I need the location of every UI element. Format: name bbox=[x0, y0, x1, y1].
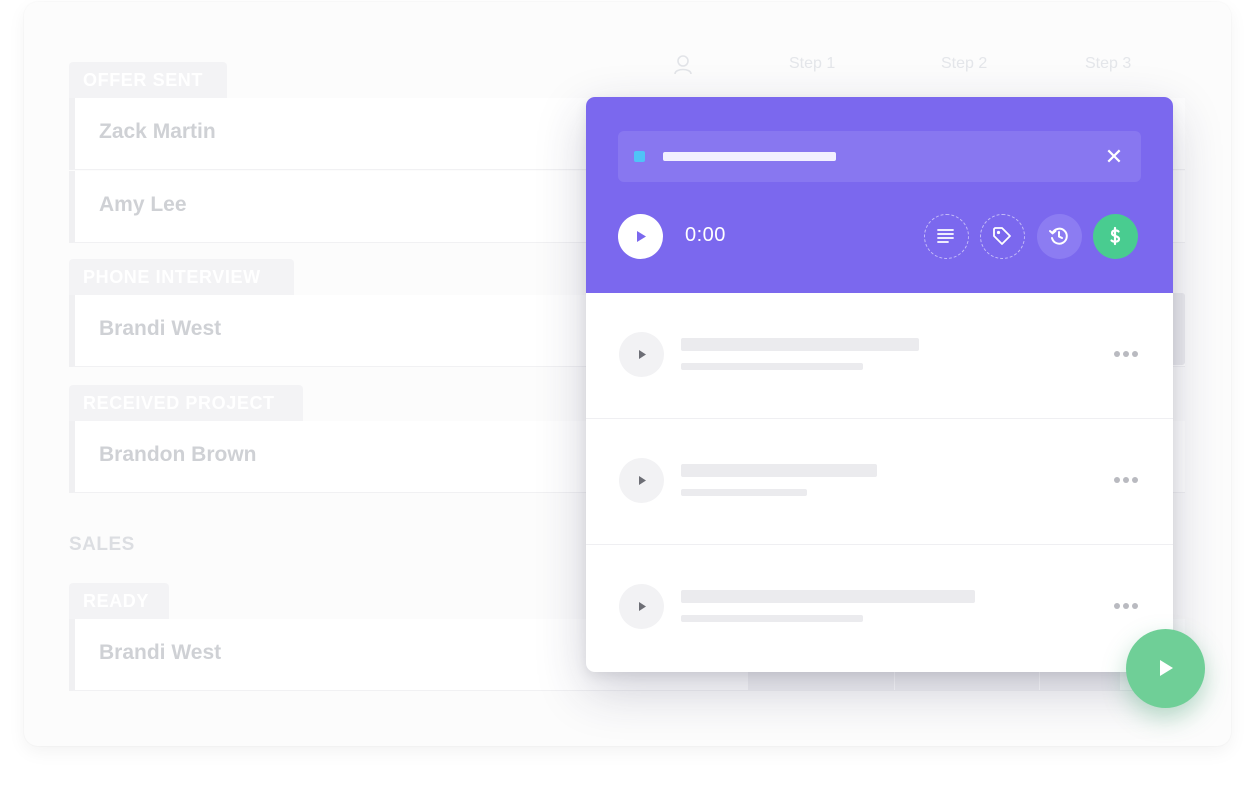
billable-toggle-button[interactable] bbox=[1093, 214, 1138, 259]
close-icon[interactable]: ✕ bbox=[1102, 145, 1126, 169]
time-entry[interactable] bbox=[586, 293, 1173, 419]
group-tag-received-project: RECEIVED PROJECT bbox=[69, 385, 303, 421]
start-timer-button[interactable] bbox=[618, 214, 663, 259]
assignee-column-icon bbox=[674, 55, 692, 75]
floating-play-button[interactable] bbox=[1126, 629, 1205, 708]
section-label-sales: SALES bbox=[69, 534, 135, 555]
task-name[interactable]: Brandi West bbox=[99, 317, 221, 341]
group-tag-offer-sent: OFFER SENT bbox=[69, 62, 227, 98]
play-icon bbox=[639, 350, 646, 359]
entry-title-placeholder bbox=[681, 464, 877, 477]
time-entry[interactable] bbox=[586, 545, 1173, 671]
more-options-icon[interactable] bbox=[1114, 347, 1142, 361]
entry-title-placeholder bbox=[681, 338, 919, 351]
time-tracker-header: ✕ 0:00 bbox=[586, 97, 1173, 293]
entry-play-button[interactable] bbox=[619, 458, 664, 503]
notes-icon bbox=[937, 229, 954, 243]
play-icon bbox=[637, 231, 646, 242]
status-cell bbox=[748, 670, 894, 690]
more-options-icon[interactable] bbox=[1114, 599, 1142, 613]
more-options-icon[interactable] bbox=[1114, 473, 1142, 487]
entry-play-button[interactable] bbox=[619, 332, 664, 377]
time-history-button[interactable] bbox=[1037, 214, 1082, 259]
add-notes-button[interactable] bbox=[924, 214, 969, 259]
group-tag-ready: READY bbox=[69, 583, 169, 619]
group-tag-phone-interview: PHONE INTERVIEW bbox=[69, 259, 294, 295]
task-select-field[interactable]: ✕ bbox=[618, 131, 1141, 182]
time-tracker-modal: ✕ 0:00 bbox=[586, 97, 1173, 672]
task-name[interactable]: Amy Lee bbox=[99, 193, 187, 217]
entry-play-button[interactable] bbox=[619, 584, 664, 629]
history-icon bbox=[1049, 227, 1068, 245]
entry-subtitle-placeholder bbox=[681, 615, 863, 622]
billable-dollar-icon bbox=[1110, 226, 1121, 246]
task-name[interactable]: Zack Martin bbox=[99, 120, 216, 144]
play-icon bbox=[639, 602, 646, 611]
task-name-placeholder bbox=[663, 152, 836, 161]
entry-title-placeholder bbox=[681, 590, 975, 603]
time-entry[interactable] bbox=[586, 419, 1173, 545]
play-icon bbox=[639, 476, 646, 485]
column-header-step-1[interactable]: Step 1 bbox=[789, 55, 835, 73]
tag-icon bbox=[993, 227, 1011, 245]
entry-subtitle-placeholder bbox=[681, 489, 807, 496]
task-name[interactable]: Brandi West bbox=[99, 641, 221, 665]
app-stage: Step 1 Step 2 Step 3 OFFER SENT Zack Mar… bbox=[0, 0, 1256, 790]
status-cell bbox=[895, 670, 1039, 690]
play-icon bbox=[1160, 660, 1173, 676]
task-status-dot bbox=[634, 151, 645, 162]
timer-display: 0:00 bbox=[685, 224, 726, 246]
list-scrollbar[interactable] bbox=[1172, 293, 1185, 365]
entry-subtitle-placeholder bbox=[681, 363, 863, 370]
column-header-step-2[interactable]: Step 2 bbox=[941, 55, 987, 73]
column-header-step-3[interactable]: Step 3 bbox=[1085, 55, 1131, 73]
task-name[interactable]: Brandon Brown bbox=[99, 443, 257, 467]
add-tag-button[interactable] bbox=[980, 214, 1025, 259]
status-cell bbox=[1040, 670, 1120, 690]
